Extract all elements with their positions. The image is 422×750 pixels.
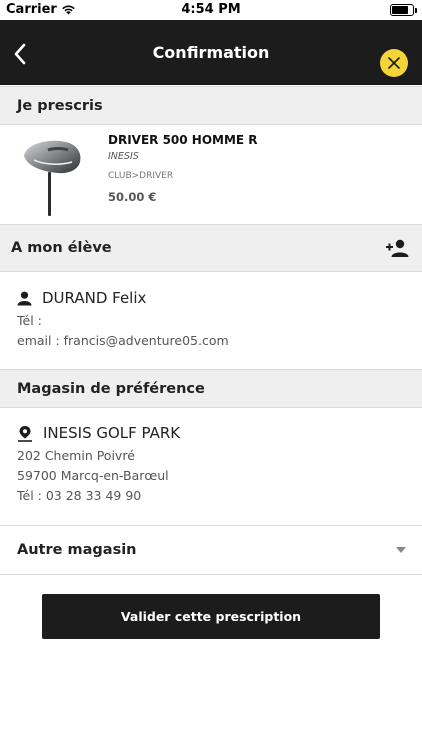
location-pin-icon bbox=[18, 425, 32, 442]
product-name: DRIVER 500 HOMME R bbox=[108, 133, 258, 147]
add-user-icon bbox=[386, 239, 409, 257]
student-name: DURAND Felix bbox=[42, 289, 147, 307]
student-name-row: DURAND Felix bbox=[17, 289, 146, 307]
student-phone: Tél : bbox=[17, 313, 42, 328]
close-icon bbox=[388, 57, 400, 69]
section-header-prescribe: Je prescris bbox=[0, 86, 422, 125]
other-store-dropdown[interactable]: Autre magasin bbox=[0, 525, 422, 575]
student-email: email : francis@adventure05.com bbox=[17, 333, 229, 348]
status-time: 4:54 PM bbox=[181, 2, 241, 17]
nav-bar: Confirmation bbox=[0, 20, 422, 85]
other-store-label: Autre magasin bbox=[17, 542, 137, 558]
store-city: 59700 Marcq-en-Barœul bbox=[17, 468, 169, 483]
store-name-row: INESIS GOLF PARK bbox=[17, 424, 180, 442]
product-brand: INESIS bbox=[108, 151, 139, 162]
store-name: INESIS GOLF PARK bbox=[43, 424, 181, 442]
person-icon bbox=[17, 291, 32, 305]
section-title-student: A mon élève bbox=[11, 240, 112, 256]
page-title: Confirmation bbox=[152, 43, 270, 62]
store-street: 202 Chemin Poivré bbox=[17, 448, 135, 463]
battery-icon bbox=[390, 4, 417, 16]
validate-prescription-button[interactable]: Valider cette prescription bbox=[42, 594, 380, 639]
driver-club-image bbox=[24, 140, 81, 216]
section-header-store: Magasin de préférence bbox=[0, 369, 422, 408]
close-button[interactable] bbox=[380, 49, 408, 77]
product-category: CLUB>DRIVER bbox=[108, 171, 174, 181]
section-header-student: A mon élève bbox=[0, 224, 422, 272]
add-student-button[interactable] bbox=[384, 236, 410, 260]
section-title-store: Magasin de préférence bbox=[17, 380, 205, 397]
store-phone: Tél : 03 28 33 49 90 bbox=[17, 488, 142, 503]
status-bar: Carrier 4:54 PM bbox=[0, 0, 422, 20]
caret-down-icon bbox=[396, 547, 406, 553]
product-price: 50.00 € bbox=[108, 190, 157, 204]
section-title-prescribe: Je prescris bbox=[17, 97, 103, 114]
